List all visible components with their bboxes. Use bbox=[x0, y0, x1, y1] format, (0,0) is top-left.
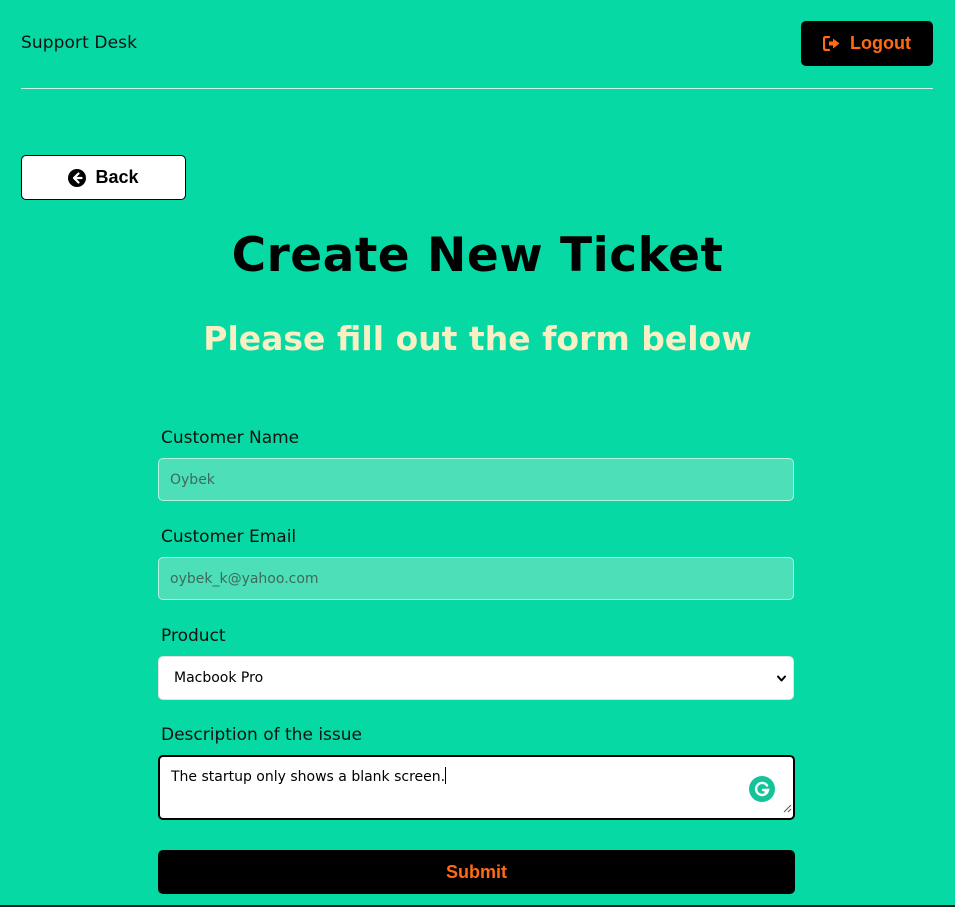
page-title: Create New Ticket bbox=[231, 228, 724, 283]
product-selected-value: Macbook Pro bbox=[174, 670, 264, 686]
description-text: The startup only shows a blank screen. bbox=[171, 769, 446, 785]
product-label: Product bbox=[161, 626, 226, 646]
logout-label: Logout bbox=[850, 33, 911, 53]
resize-handle-icon[interactable] bbox=[783, 801, 792, 817]
submit-button[interactable]: Submit bbox=[158, 850, 795, 894]
product-select[interactable]: Macbook Pro bbox=[158, 656, 794, 700]
brand-title[interactable]: Support Desk bbox=[21, 33, 137, 53]
grammarly-icon[interactable] bbox=[749, 776, 775, 806]
logout-button[interactable]: Logout bbox=[801, 21, 933, 66]
header: Support Desk Logout bbox=[21, 0, 933, 89]
description-label: Description of the issue bbox=[161, 725, 362, 745]
arrow-circle-left-icon bbox=[68, 168, 87, 187]
customer-name-label: Customer Name bbox=[161, 428, 300, 448]
back-button[interactable]: Back bbox=[21, 155, 186, 200]
customer-email-field[interactable]: oybek_k@yahoo.com bbox=[158, 557, 794, 600]
customer-name-field[interactable]: Oybek bbox=[158, 458, 794, 501]
customer-name-value: Oybek bbox=[170, 471, 215, 488]
description-textarea[interactable]: The startup only shows a blank screen. bbox=[158, 755, 795, 820]
page-subtitle: Please fill out the form below bbox=[203, 319, 752, 358]
text-caret bbox=[445, 767, 447, 784]
chevron-down-icon bbox=[776, 672, 787, 688]
customer-email-value: oybek_k@yahoo.com bbox=[170, 570, 319, 587]
sign-out-icon bbox=[823, 36, 841, 51]
back-label: Back bbox=[95, 167, 139, 187]
customer-email-label: Customer Email bbox=[161, 527, 297, 547]
